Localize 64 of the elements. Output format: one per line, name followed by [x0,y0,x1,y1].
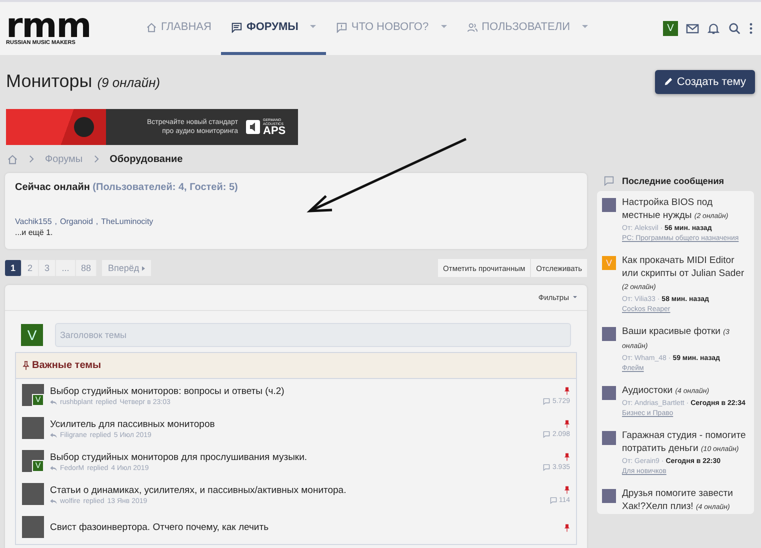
caret-icon[interactable] [582,25,588,29]
search-icon[interactable] [728,22,741,35]
reply-icon [50,400,57,404]
page-title: Мониторы (9 онлайн) [6,71,160,92]
pin-icon [564,420,570,428]
pin-icon [564,486,570,494]
page-link[interactable]: 1 [5,260,22,276]
separator-text: , [96,217,98,226]
chevron-icon [94,155,99,163]
avatar-photo-placeholder[interactable] [22,482,44,504]
caret-icon [573,296,577,299]
comment-icon [543,430,550,438]
users-icon [466,22,478,32]
user-avatar[interactable]: V [32,460,44,472]
pin-icon [564,524,570,532]
create-thread-button[interactable]: Создать тему [654,70,755,94]
user-link[interactable]: Vachik155 [15,217,52,226]
comment-icon [543,464,550,470]
avatar-photo-placeholder[interactable]: V [22,450,44,472]
home-icon [146,22,157,32]
pin-icon [564,452,570,460]
separator-text: , [54,217,57,226]
avatar-photo-placeholder[interactable] [22,516,44,538]
thread-title-link[interactable]: Свист фазоинвертора. Отчего почему, как лечить [50,522,564,533]
more-icon[interactable] [749,22,753,35]
user-avatar[interactable]: V [32,394,44,406]
reply-icon [50,498,57,504]
user-avatar[interactable]: V [663,21,678,36]
nav-tab[interactable]: ФОРУМЫ [221,2,326,55]
message-icon [231,22,242,32]
alert-message-icon [336,22,348,32]
comment-icon [543,398,550,404]
speaker-icon [246,120,260,134]
breadcrumb-link[interactable]: Оборудование [110,154,183,164]
thread-title-link[interactable]: Статьи о динамиках, усилителях, и пассивных/активных монитора. [50,484,550,496]
online-count: (Пользователей: 4, Гостей: 5) [92,182,238,193]
pencil-icon [664,77,673,86]
reply-icon [50,432,57,438]
comment-icon [550,496,557,504]
message-icon [604,176,614,186]
thread-title-link[interactable]: Усилитель для пассивных мониторов [50,418,544,430]
user-link[interactable]: TheLuminocity [101,217,154,226]
sidebar-title: Последние сообщения [622,176,724,186]
user-avatar: V [21,324,43,346]
brand-name: APS [263,126,287,136]
avatar-photo-placeholder[interactable] [22,416,44,438]
thread-title-link[interactable]: Выбор студийных мониторов: вопросы и ответы (ч.2) [50,386,544,396]
thread-title-link[interactable]: Выбор студийных мониторов для прослушивания музыки. [50,452,544,462]
mail-icon[interactable] [686,22,699,35]
thread-title-input[interactable]: Заголовок темы [55,323,571,347]
user-link[interactable]: Organoid [60,217,93,226]
reply-icon [50,466,57,470]
pin-icon [22,360,30,371]
more-users-text: ...и ещё 1. [15,228,54,237]
home-icon[interactable] [7,154,18,164]
chevron-icon [29,155,34,163]
panel-title: Сейчас онлайн [15,182,90,193]
bell-icon[interactable] [707,22,720,35]
caret-icon [142,266,146,270]
caret-icon[interactable] [310,25,316,29]
section-title: Важные темы [32,360,102,371]
pin-icon [564,386,570,394]
avatar-photo-placeholder[interactable]: V [22,384,44,406]
caret-icon[interactable] [440,25,447,29]
